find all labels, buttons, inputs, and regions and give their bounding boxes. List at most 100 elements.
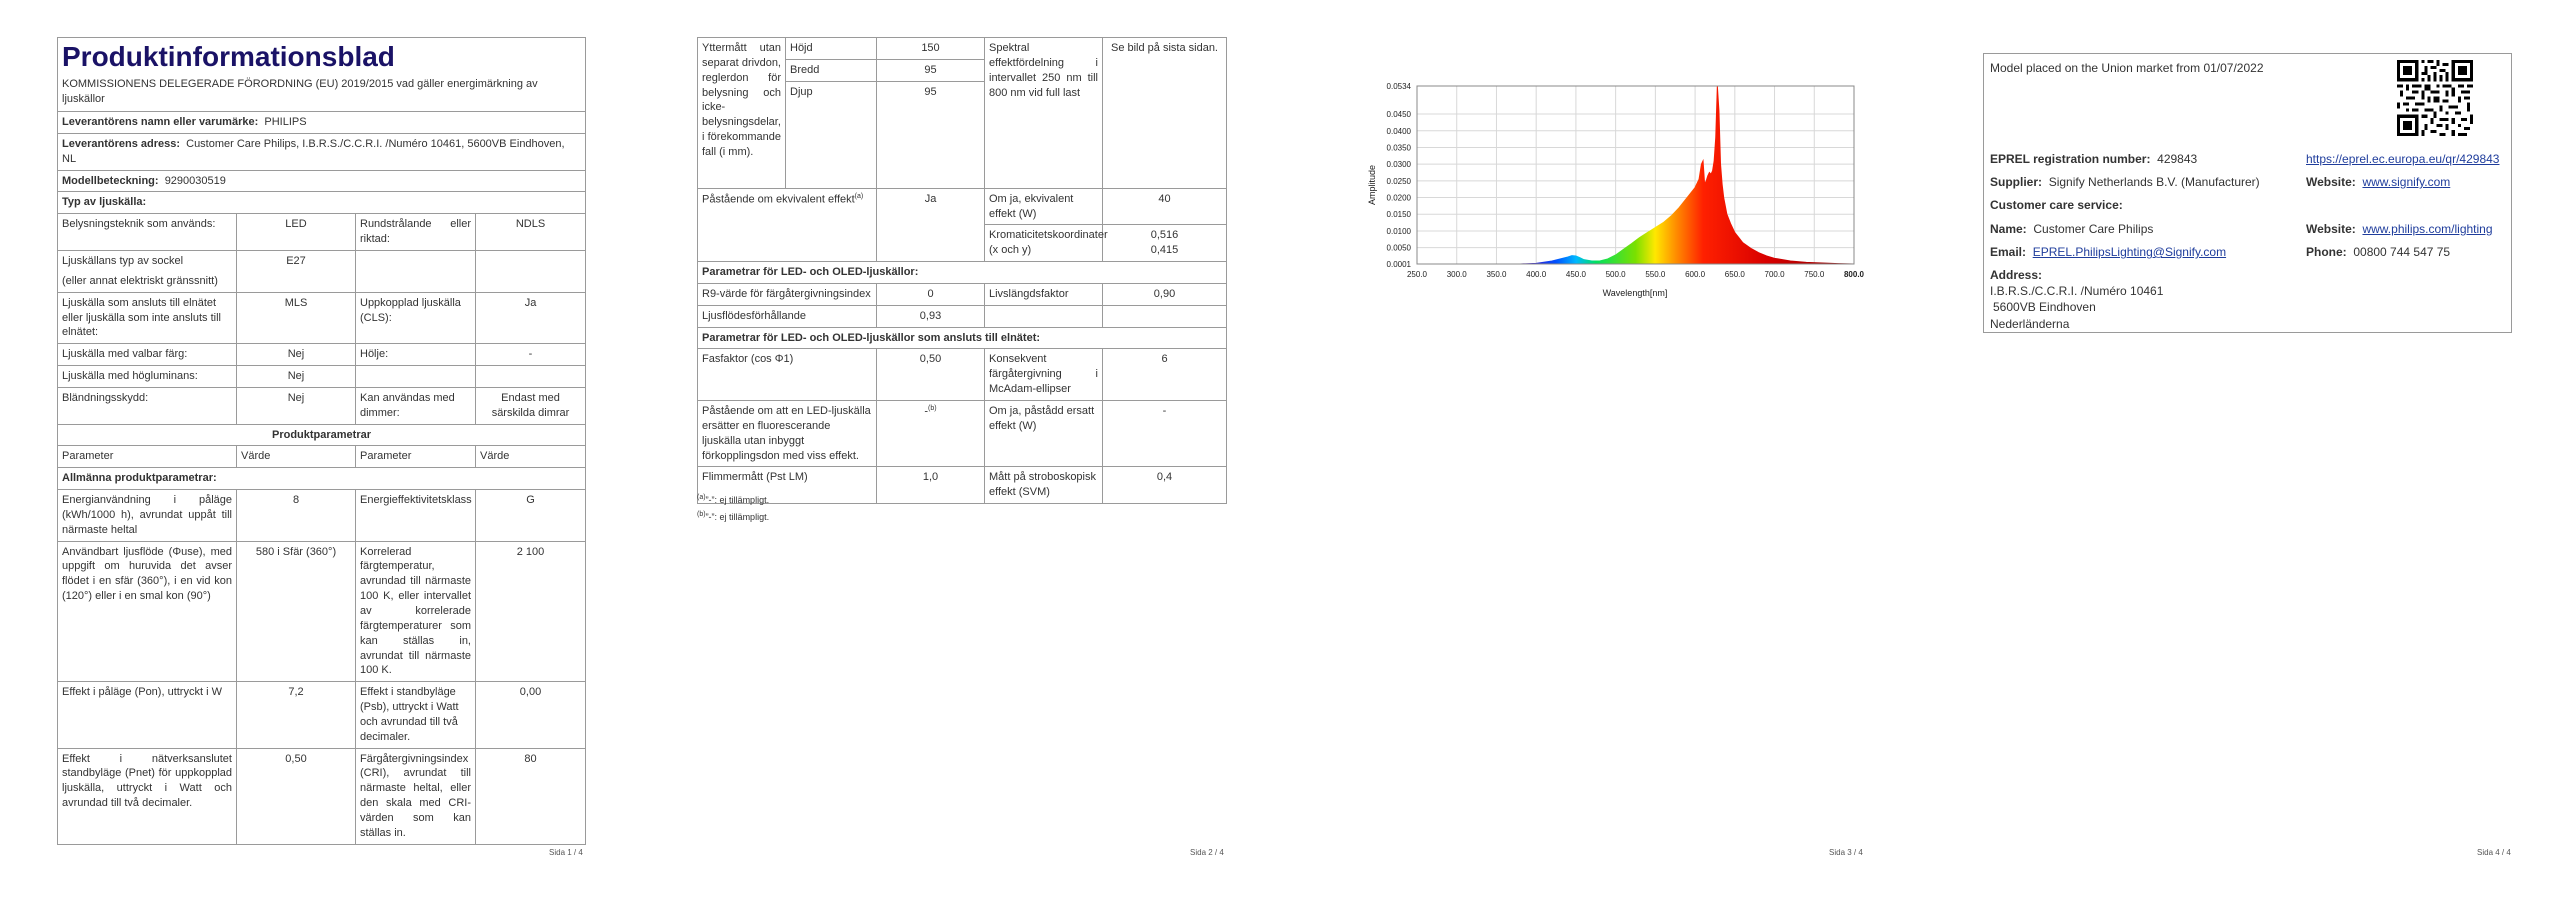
page-1: Produktinformationsblad KOMMISSIONENS DE… (0, 0, 640, 905)
eprel-row: EPREL registration number: 429843 (1990, 151, 2197, 167)
spectrum-point (1790, 260, 1791, 261)
regulation-text: KOMMISSIONENS DELEGERADE FÖRORDNING (EU)… (62, 78, 538, 106)
email-row: Email: EPREL.PhilipsLighting@Signify.com (1990, 244, 2226, 260)
dim-label: Höjd (785, 37, 877, 60)
param-value (474, 249, 587, 293)
spectrum-point (1706, 180, 1707, 181)
product-params-header: Produktparametrar (56, 423, 587, 447)
pf-value: 0,50 (876, 348, 985, 401)
fluor-label: Påstående om att en LED-ljuskälla ersätt… (697, 399, 877, 468)
footnote-mark: (a) (697, 494, 706, 501)
spectrum-point (1723, 197, 1724, 198)
y-tick-label: 0.0300 (1387, 160, 1412, 169)
spectrum-point (1639, 237, 1640, 238)
param-label: Belysningsteknik som används: (57, 213, 237, 251)
spectrum-point (1707, 175, 1708, 176)
x-axis-label: Wavelength[nm] (1603, 288, 1668, 298)
equiv-w-label: Om ja, ekvivalent effekt (W) (984, 187, 1103, 226)
y-tick-label: 0.0001 (1387, 260, 1412, 269)
chart-grid (1416, 85, 1855, 265)
name-value: Customer Care Philips (2033, 222, 2154, 236)
table-row: Effekt i nätverksanslutet standbyläge (P… (57, 747, 587, 845)
chart-area (1520, 85, 1855, 265)
placed-on-market: Model placed on the Union market from 01… (1990, 61, 2264, 75)
supplier-label: Supplier: (1990, 175, 2043, 189)
spectrum-point (1567, 256, 1568, 257)
table-row: Energianvändning i påläge (kWh/1000 h), … (57, 489, 587, 542)
eprel-value: 429843 (2157, 152, 2198, 166)
footnote-b: (b)”-”: ej tillämpligt. (697, 511, 1217, 522)
email-link[interactable]: EPREL.PhilipsLighting@Signify.com (2033, 245, 2226, 259)
column-header: Parameter (57, 445, 237, 469)
general-header: Allmänna produktparametrar: (56, 467, 587, 491)
r9-value: 0 (876, 282, 985, 306)
table-row: Ljuskälla med högluminans: Nej (57, 365, 587, 388)
spectrum-point (1679, 207, 1680, 208)
spectrum-point (1766, 255, 1767, 256)
spectrum-point (1551, 260, 1552, 261)
param-value: E27 (236, 249, 356, 293)
spectrum-point (1742, 242, 1743, 243)
consist-value: 6 (1102, 348, 1227, 401)
supplier-value: Signify Netherlands B.V. (Manufacturer) (2048, 175, 2260, 189)
spectrum-point (1631, 243, 1632, 244)
param-label: Färgåtergivningsindex (CRI), avrundat ti… (355, 747, 476, 845)
address-block: Address: I.B.R.S./C.C.R.I. /Numéro 10461… (1990, 267, 2163, 332)
address-line: 5600VB Eindhoven (1993, 300, 2096, 315)
type-header: Typ av ljuskälla: (56, 191, 587, 215)
customer-care-header: Customer care service: (1990, 198, 2123, 212)
address-label: Address: (1990, 268, 2043, 282)
param-label: Ljuskällans typ av sockel (62, 254, 184, 267)
page-number: Sida 1 / 4 (549, 848, 583, 857)
param-value: LED (236, 213, 356, 251)
chroma-x: 0,516 (1150, 229, 1179, 242)
equiv-value: Ja (876, 187, 985, 263)
spectrum-point (1701, 164, 1702, 165)
page-3: 0.0001 0.0050 0.0100 0.0150 0.0200 0.0250 0.03… (1280, 0, 1920, 905)
param-value: Ja (474, 291, 587, 345)
spectrum-point (1822, 262, 1823, 263)
dim-value: 150 (876, 37, 985, 60)
spectral-value: Se bild på sista sidan. (1102, 37, 1227, 189)
product-info-table-2: Yttermått utan separat drivdon, reglerdo… (697, 37, 1227, 505)
footnote-text: ”-”: ej tillämpligt. (705, 512, 770, 522)
spectrum-point (1615, 254, 1616, 255)
model-label: Modellbeteckning: (62, 174, 159, 187)
param-label: Rundstrålande eller riktad: (355, 213, 476, 251)
param-label: Användbart ljusflöde (Φuse), med uppgift… (57, 540, 237, 683)
address-line: Nederländerna (1990, 316, 2070, 331)
flux-label: Ljusflödesförhållande (697, 304, 877, 328)
param-value: Endast med särskilda dimrar (474, 386, 587, 425)
x-tick-label: 450.0 (1566, 270, 1587, 279)
website-link[interactable]: www.signify.com (2362, 175, 2450, 189)
y-tick-label: 0.0100 (1387, 227, 1412, 236)
name-label: Name: (1990, 222, 2027, 236)
supplier-value: PHILIPS (264, 116, 307, 129)
x-tick-label: 250.0 (1407, 270, 1428, 279)
y-axis-label: Amplitude (1367, 165, 1377, 205)
fluor-w-value: - (1102, 399, 1227, 468)
dims-label: Yttermått utan separat drivdon, reglerdo… (697, 37, 786, 189)
spectrum-point (1734, 232, 1735, 233)
y-tick-label: 0.0150 (1387, 210, 1412, 219)
param-label: Ljuskälla som ansluts till elnätet eller… (57, 291, 237, 345)
spectrum-point (1647, 232, 1648, 233)
website2-link[interactable]: www.philips.com/lighting (2362, 222, 2492, 236)
table-row: Användbart ljusflöde (Φuse), med uppgift… (57, 540, 587, 683)
param-label: Uppkopplad ljuskälla (CLS): (355, 291, 476, 345)
table-row: Bländningsskydd: Nej Kan användas med di… (57, 386, 587, 425)
y-tick-label: 0.0250 (1387, 177, 1412, 186)
spectrum-point (1687, 197, 1688, 198)
param-value: 80 (474, 747, 587, 845)
phone-row: Phone: 00800 744 547 75 (2306, 244, 2450, 260)
spectrum-point (1698, 179, 1699, 180)
equiv-w-value: 40 (1102, 187, 1227, 226)
eprel-link[interactable]: https://eprel.ec.europa.eu/qr/429843 (2306, 151, 2499, 167)
r9-label: R9-värde för färgåtergivningsindex (697, 282, 877, 306)
spectrum-point (1663, 222, 1664, 223)
table-row: Ljuskällans typ av sockel (eller annat el… (57, 249, 587, 293)
param-label: Ljuskälla med högluminans: (57, 365, 237, 388)
chroma-y: 0,415 (1150, 244, 1179, 257)
spectrum-point (1710, 174, 1711, 175)
table-row: Belysningsteknik som används: LED Rundst… (57, 213, 587, 251)
